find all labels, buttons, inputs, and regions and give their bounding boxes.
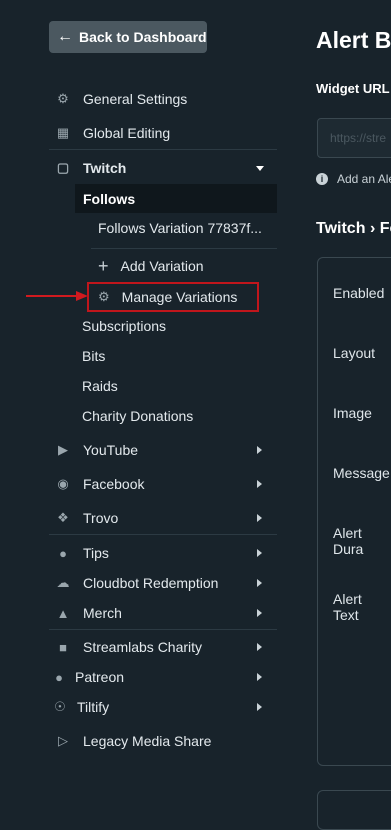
divider	[49, 629, 277, 630]
widget-url-label: Widget URL	[316, 81, 390, 96]
breadcrumb-separator: ›	[369, 220, 376, 237]
sidebar-item-label: Cloudbot Redemption	[83, 575, 219, 591]
info-icon: i	[316, 173, 328, 185]
add-variation-label: Add Variation	[120, 258, 204, 274]
field-label-enabled: Enabled	[333, 285, 385, 301]
sidebar-item-label: Follows	[83, 190, 136, 207]
sidebar-item-label: YouTube	[83, 442, 139, 458]
sidebar-item-twitch[interactable]: ▢ Twitch	[55, 153, 126, 183]
sidebar-item-youtube[interactable]: ▶ YouTube	[55, 435, 138, 465]
chevron-right-icon[interactable]	[257, 446, 262, 454]
sidebar-item-follows-variation[interactable]: Follows Variation 77837f...	[98, 213, 262, 243]
red-arrow-annotation	[26, 291, 88, 301]
manage-variations-label: Manage Variations	[121, 289, 238, 305]
field-label-layout: Layout	[333, 345, 376, 361]
sidebar-item-label: Bits	[82, 348, 106, 364]
sidebar-item-tips[interactable]: ● Tips	[55, 538, 109, 568]
youtube-icon: ▶	[58, 442, 68, 457]
sidebar-item-label: Follows Variation 77837f...	[98, 220, 262, 236]
grid-icon: ▦	[56, 125, 70, 140]
sidebar-item-label: Global Editing	[83, 125, 171, 141]
sidebar-item-subscriptions[interactable]: Subscriptions	[82, 311, 166, 341]
twitch-icon: ▢	[56, 160, 70, 175]
sidebar-item-label: Facebook	[83, 476, 145, 492]
sidebar-item-label: Subscriptions	[82, 318, 167, 334]
facebook-icon: ◉	[57, 476, 69, 491]
sidebar-item-label: Patreon	[75, 669, 125, 685]
sidebar-item-raids[interactable]: Raids	[82, 371, 118, 401]
sidebar-item-label: Raids	[82, 378, 118, 394]
breadcrumb-current: Fo	[379, 220, 391, 237]
patreon-icon: ●	[55, 669, 63, 685]
gear-icon: ⚙	[57, 91, 69, 106]
sidebar-item-label: General Settings	[83, 91, 188, 107]
chevron-right-icon[interactable]	[257, 480, 262, 488]
field-label-alert-duration: Alert Dura	[333, 525, 364, 557]
sidebar-item-streamlabs-charity[interactable]: ■ Streamlabs Charity	[55, 632, 202, 662]
sidebar-item-patreon[interactable]: ● Patreon	[55, 662, 124, 692]
sidebar-item-follows[interactable]: Follows	[75, 184, 277, 213]
info-text: Add an Ale	[337, 172, 391, 186]
field-label-image: Image	[333, 405, 372, 421]
chevron-right-icon[interactable]	[257, 643, 262, 651]
chevron-right-icon[interactable]	[257, 609, 262, 617]
divider	[49, 149, 277, 150]
sidebar-item-merch[interactable]: ▲ Merch	[55, 598, 122, 628]
sidebar-item-label: Legacy Media Share	[83, 733, 212, 749]
sidebar-item-cloudbot-redemption[interactable]: ☁ Cloudbot Redemption	[55, 568, 219, 598]
sidebar-item-global-editing[interactable]: ▦ Global Editing	[55, 118, 170, 148]
charity-icon: ■	[59, 639, 67, 655]
field-label-message: Message	[333, 465, 390, 481]
chevron-right-icon[interactable]	[257, 579, 262, 587]
divider	[49, 534, 277, 535]
settings-panel	[317, 257, 391, 766]
chevron-right-icon[interactable]	[257, 673, 262, 681]
breadcrumb: Twitch › Fo	[316, 220, 391, 238]
sidebar-item-label: Trovo	[83, 510, 119, 526]
sidebar-item-tiltify[interactable]: ☉ Tiltify	[54, 692, 110, 722]
page-title: Alert B	[316, 27, 391, 53]
manage-variations-button[interactable]: ⚙ Manage Variations	[98, 282, 237, 312]
back-button-label: Back to Dashboard	[79, 29, 207, 45]
widget-url-input[interactable]: https://stre	[317, 118, 391, 158]
sidebar-item-label: Charity Donations	[82, 408, 194, 424]
trovo-icon: ❖	[57, 510, 69, 525]
sidebar-item-label: Tips	[83, 545, 109, 561]
sidebar-item-label: Streamlabs Charity	[83, 639, 203, 655]
sidebar-item-facebook[interactable]: ◉ Facebook	[55, 469, 144, 499]
tiltify-icon: ☉	[54, 699, 66, 714]
widget-url-value: https://stre	[330, 131, 387, 145]
sidebar-item-label: Tiltify	[77, 699, 110, 715]
breadcrumb-root[interactable]: Twitch	[316, 220, 365, 237]
divider	[91, 248, 277, 249]
sidebar-item-label: Twitch	[83, 160, 127, 176]
cloudbot-icon: ☁	[56, 575, 70, 590]
chevron-down-icon[interactable]	[256, 166, 264, 171]
plus-icon: +	[98, 255, 109, 276]
sidebar-item-trovo[interactable]: ❖ Trovo	[55, 503, 118, 533]
sidebar-item-general-settings[interactable]: ⚙ General Settings	[55, 84, 187, 114]
back-to-dashboard-button[interactable]: ← Back to Dashboard	[49, 21, 207, 53]
next-panel	[317, 790, 391, 830]
chevron-right-icon[interactable]	[257, 549, 262, 557]
add-variation-button[interactable]: + Add Variation	[98, 251, 204, 281]
arrow-left-icon: ←	[57, 28, 73, 45]
chevron-right-icon[interactable]	[257, 514, 262, 522]
sidebar-item-label: Merch	[83, 605, 122, 621]
chevron-right-icon[interactable]	[257, 703, 262, 711]
sidebar-item-bits[interactable]: Bits	[82, 341, 105, 371]
sidebar-item-legacy-media-share[interactable]: ▷ Legacy Media Share	[55, 726, 211, 756]
play-box-icon: ▷	[58, 733, 68, 748]
sidebar-item-charity-donations[interactable]: Charity Donations	[82, 401, 193, 431]
field-label-alert-text: Alert Text	[333, 591, 362, 623]
gear-icon: ⚙	[98, 289, 110, 304]
tips-icon: ●	[59, 545, 67, 561]
info-note: i Add an Ale	[316, 172, 391, 186]
shirt-icon: ▲	[56, 605, 70, 621]
